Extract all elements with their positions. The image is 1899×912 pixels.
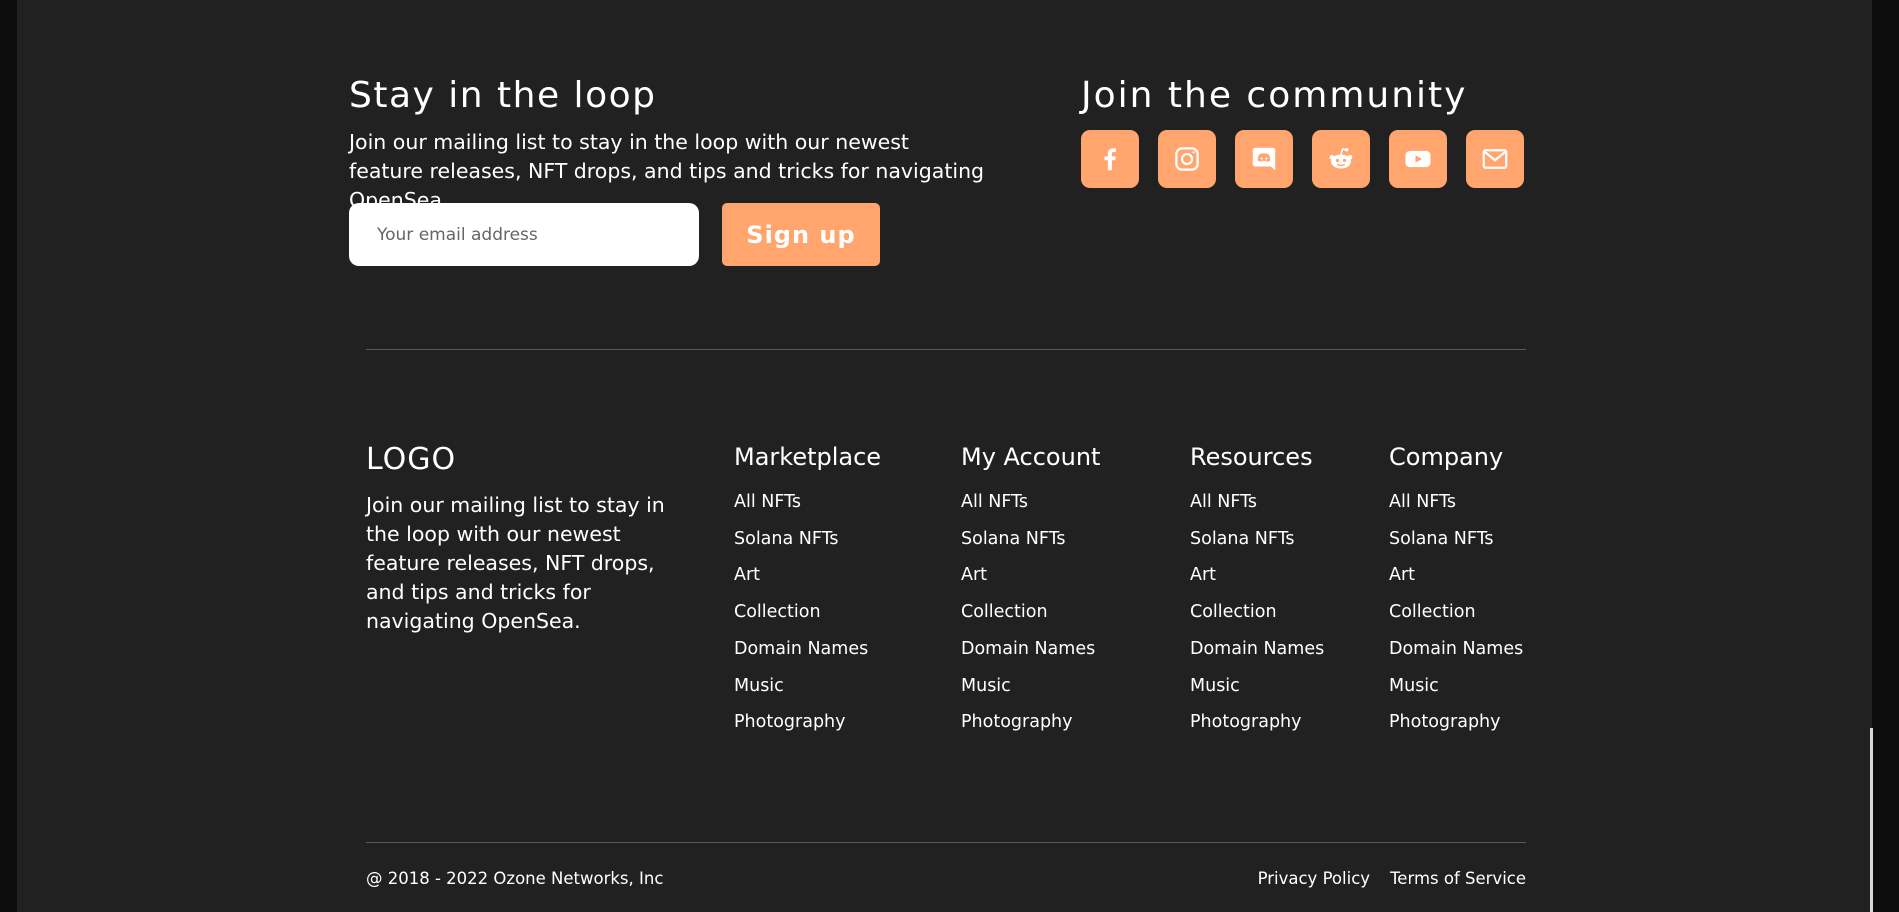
scrollbar-thumb[interactable] <box>1870 728 1873 912</box>
social-icons <box>1081 130 1541 188</box>
footer-column-resources: Resources All NFTs Solana NFTs Art Colle… <box>1190 440 1324 741</box>
signup-form: Sign up <box>349 203 880 266</box>
footer-link[interactable]: Domain Names <box>734 631 881 668</box>
signup-button[interactable]: Sign up <box>722 203 880 266</box>
email-input[interactable] <box>349 203 699 266</box>
logo: LOGO <box>366 442 457 477</box>
instagram-button[interactable] <box>1158 130 1216 188</box>
footer-link[interactable]: Solana NFTs <box>1389 521 1523 558</box>
newsletter-section: Stay in the loop Join our mailing list t… <box>349 72 989 266</box>
facebook-icon <box>1104 148 1116 171</box>
footer-column-company: Company All NFTs Solana NFTs Art Collect… <box>1389 440 1523 741</box>
youtube-button[interactable] <box>1389 130 1447 188</box>
footer-link[interactable]: Art <box>961 557 1100 594</box>
footer-link[interactable]: All NFTs <box>734 484 881 521</box>
footer-link[interactable]: Collection <box>1389 594 1523 631</box>
footer-link[interactable]: All NFTs <box>961 484 1100 521</box>
top-divider <box>366 349 1526 350</box>
footer-link[interactable]: All NFTs <box>1190 484 1324 521</box>
footer-link[interactable]: Solana NFTs <box>1190 521 1324 558</box>
footer-column-my-account: My Account All NFTs Solana NFTs Art Coll… <box>961 440 1100 741</box>
footer-link[interactable]: Art <box>1389 557 1523 594</box>
copyright-text: @ 2018 - 2022 Ozone Networks, Inc <box>366 869 664 888</box>
instagram-icon <box>1175 147 1199 171</box>
discord-button[interactable] <box>1235 130 1293 188</box>
footer-link[interactable]: Music <box>1190 668 1324 705</box>
youtube-icon <box>1405 150 1431 168</box>
brand-description: Join our mailing list to stay in the loo… <box>366 493 665 633</box>
community-section: Join the community <box>1081 72 1541 188</box>
bottom-divider <box>366 842 1526 843</box>
email-icon <box>1482 149 1508 169</box>
facebook-button[interactable] <box>1081 130 1139 188</box>
footer-link[interactable]: Solana NFTs <box>734 521 881 558</box>
footer-column-marketplace: Marketplace All NFTs Solana NFTs Art Col… <box>734 440 881 741</box>
community-title: Join the community <box>1081 75 1468 116</box>
footer-link[interactable]: Music <box>1389 668 1523 705</box>
newsletter-title: Stay in the loop <box>349 75 657 116</box>
footer-link[interactable]: Photography <box>734 704 881 741</box>
footer-link[interactable]: Music <box>961 668 1100 705</box>
reddit-button[interactable] <box>1312 130 1370 188</box>
column-title: Marketplace <box>734 443 882 471</box>
footer-link[interactable]: Domain Names <box>1190 631 1324 668</box>
email-button[interactable] <box>1466 130 1524 188</box>
column-title: Company <box>1389 443 1504 471</box>
footer-link[interactable]: Solana NFTs <box>961 521 1100 558</box>
footer-link[interactable]: Collection <box>1190 594 1324 631</box>
footer-link[interactable]: Art <box>1190 557 1324 594</box>
column-title: Resources <box>1190 443 1313 471</box>
footer-link[interactable]: All NFTs <box>1389 484 1523 521</box>
footer-link[interactable]: Domain Names <box>1389 631 1523 668</box>
newsletter-text: Join our mailing list to stay in the loo… <box>349 130 985 212</box>
footer-link[interactable]: Photography <box>961 704 1100 741</box>
column-title: My Account <box>961 443 1101 471</box>
reddit-icon <box>1329 148 1353 169</box>
privacy-policy-link[interactable]: Privacy Policy <box>1258 869 1370 888</box>
footer-link[interactable]: Photography <box>1389 704 1523 741</box>
footer-link[interactable]: Domain Names <box>961 631 1100 668</box>
footer-link[interactable]: Collection <box>734 594 881 631</box>
footer-link[interactable]: Collection <box>961 594 1100 631</box>
terms-of-service-link[interactable]: Terms of Service <box>1390 869 1526 888</box>
footer-link[interactable]: Photography <box>1190 704 1324 741</box>
discord-icon <box>1252 147 1276 171</box>
footer-link[interactable]: Art <box>734 557 881 594</box>
legal-links: Privacy Policy Terms of Service <box>1258 869 1526 888</box>
scrollbar-track[interactable] <box>1872 0 1899 912</box>
footer-link[interactable]: Music <box>734 668 881 705</box>
